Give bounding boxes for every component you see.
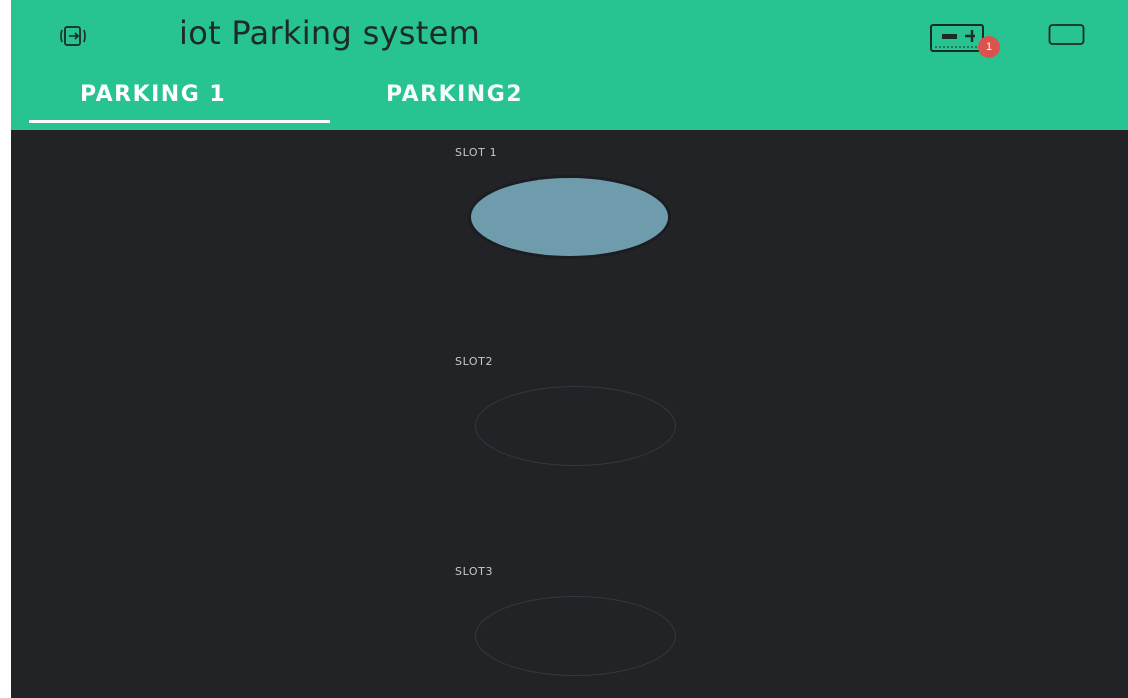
slot-2-label: SLOT2 [455, 355, 494, 368]
tab-parking-2[interactable]: PARKING2 [386, 82, 523, 107]
slot-2-led [475, 386, 676, 466]
slot-1-label: SLOT 1 [455, 146, 498, 159]
app-title: iot Parking system [179, 14, 481, 52]
screen-share-icon[interactable] [57, 24, 93, 48]
dashboard-canvas: SLOT 1 SLOT2 SLOT3 [11, 130, 1128, 698]
app-header: iot Parking system 1 PARKING 1 PARKING2 [11, 0, 1128, 130]
slot-3-led [475, 596, 676, 676]
slot-1-led [471, 178, 668, 256]
window-icon[interactable] [1048, 23, 1086, 47]
slot-3-label: SLOT3 [455, 565, 494, 578]
tab-parking-1[interactable]: PARKING 1 [80, 82, 226, 107]
active-tab-indicator [29, 120, 330, 123]
app-screen: iot Parking system 1 PARKING 1 PARKING2 … [11, 0, 1128, 698]
notification-badge: 1 [978, 36, 1000, 58]
